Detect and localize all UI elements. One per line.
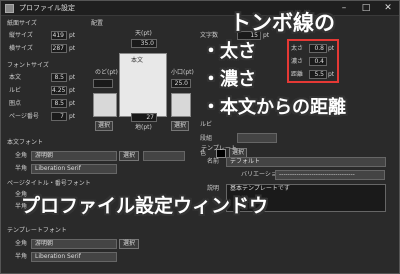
width-unit: pt (69, 45, 76, 52)
overlay-line1: トンボ線の (230, 11, 335, 35)
profile-settings-window: プロファイル設定 – □ ✕ 紙面サイズ 縦サイズ 419 pt 横サイズ 28… (0, 0, 400, 274)
body-size-label: 本文 (9, 74, 22, 81)
close-button[interactable]: ✕ (377, 1, 399, 16)
height-label: 縦サイズ (9, 32, 33, 39)
minimize-button[interactable]: – (333, 1, 355, 16)
page-number-size-unit: pt (69, 113, 76, 120)
height-input[interactable]: 419 (51, 31, 67, 40)
overlay-line2: ・太さ (202, 41, 256, 62)
columns-field[interactable] (237, 133, 277, 143)
tombo-density-input[interactable]: 0.4 (309, 57, 327, 66)
title-bar: プロファイル設定 – □ ✕ (1, 1, 399, 16)
tombo-distance-unit: pt (328, 71, 335, 78)
tombo-density-label: 濃さ (291, 58, 304, 65)
width-label: 横サイズ (9, 45, 33, 52)
template-name-label: 名前 (207, 158, 220, 165)
columns-label: 段組 (200, 135, 213, 142)
select-button-right[interactable]: 選択 (171, 121, 189, 131)
template-heading: テンプレート (201, 145, 237, 152)
page-number-size-label: ページ番号 (9, 113, 39, 120)
select-button-left[interactable]: 選択 (95, 121, 113, 131)
body-font-full-field[interactable]: 游明朝 (31, 151, 117, 161)
top-margin-label: 天(pt) (135, 30, 152, 37)
variation-select[interactable]: ----------------------------------- (275, 170, 385, 180)
width-input[interactable]: 287 (51, 44, 67, 53)
top-margin-input[interactable]: 35.0 (131, 39, 157, 48)
bottom-margin-label: 地(pt) (135, 124, 152, 131)
gutter-input[interactable] (93, 79, 113, 88)
overlay-line4: ・本文からの距離 (202, 97, 346, 118)
page-number-size-input[interactable]: 7 (51, 112, 67, 121)
left-preview (93, 93, 117, 117)
font-size-heading: フォントサイズ (7, 62, 49, 69)
body-area-label: 本文 (131, 57, 144, 64)
template-name-select[interactable]: デフォルト (226, 157, 386, 167)
body-size-unit: pt (69, 74, 76, 81)
body-font-select-button[interactable]: 選択 (119, 151, 139, 161)
ruby-size-label: ルビ (9, 87, 22, 94)
app-icon (5, 4, 14, 13)
body-font-half-label: 半角 (15, 165, 28, 172)
layout-heading: 配置 (91, 20, 104, 27)
tombo-thickness-unit: pt (328, 45, 335, 52)
tombo-thickness-label: 太さ (291, 45, 304, 52)
ruby-label: ルビ (200, 121, 213, 128)
paper-size-heading: 紙面サイズ (7, 20, 37, 27)
emphasis-size-label: 圏点 (9, 100, 22, 107)
bottom-margin-input[interactable]: 27 (131, 113, 157, 122)
body-font-full-label: 全角 (15, 152, 28, 159)
template-font-full-label: 全角 (15, 240, 28, 247)
emphasis-size-unit: pt (69, 100, 76, 107)
gutter-label: のど(pt) (95, 69, 118, 76)
body-font-half-field[interactable]: Liberation Serif (31, 164, 117, 174)
ruby-size-unit: pt (69, 87, 76, 94)
body-font-extra-field[interactable] (143, 151, 185, 161)
tombo-distance-input[interactable]: 5.5 (309, 70, 327, 79)
ruby-size-input[interactable]: 4.25 (51, 86, 67, 95)
fore-edge-input[interactable]: 25.0 (171, 79, 191, 88)
overlay-line3: ・濃さ (202, 69, 256, 90)
template-font-half-label: 半角 (15, 253, 28, 260)
tombo-distance-label: 距離 (291, 71, 304, 78)
body-font-heading: 本文フォント (7, 139, 44, 146)
height-unit: pt (69, 32, 76, 39)
tombo-thickness-input[interactable]: 0.8 (309, 44, 327, 53)
template-font-full-field[interactable]: 游明朝 (31, 239, 117, 249)
template-font-heading: テンプレートフォント (7, 227, 67, 234)
fore-edge-label: 小口(pt) (171, 69, 194, 76)
template-font-select-button[interactable]: 選択 (119, 239, 139, 249)
window-title: プロファイル設定 (19, 4, 75, 12)
emphasis-size-input[interactable]: 8.5 (51, 99, 67, 108)
overlay-caption: プロファイル設定ウィンドウ (21, 195, 269, 217)
page-font-heading: ページタイトル・番号フォント (7, 180, 91, 187)
body-size-input[interactable]: 8.5 (51, 73, 67, 82)
right-preview (171, 93, 191, 117)
template-font-half-field[interactable]: Liberation Serif (31, 252, 117, 262)
maximize-button[interactable]: □ (355, 1, 377, 16)
